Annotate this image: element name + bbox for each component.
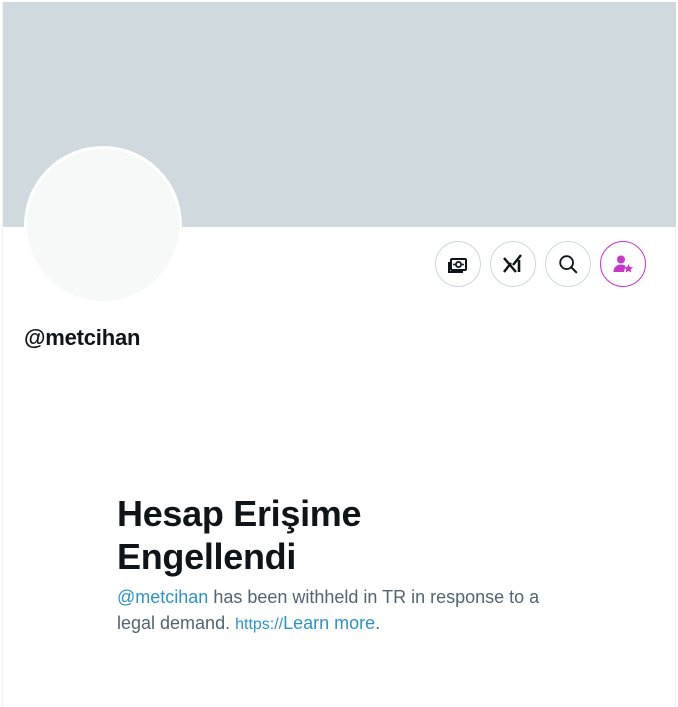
search-icon — [559, 255, 578, 274]
learn-more-link[interactable]: Learn more — [283, 613, 375, 633]
user-star-icon — [613, 255, 633, 273]
money-icon — [448, 258, 467, 273]
withheld-title: Hesap Erişime Engellendi — [117, 493, 362, 577]
withheld-period: . — [375, 613, 381, 633]
url-prefix[interactable]: https:// — [235, 616, 283, 633]
withheld-message: @metcihan has been withheld in TR in res… — [117, 584, 577, 638]
grok-button[interactable] — [490, 241, 536, 287]
avatar[interactable] — [24, 146, 182, 304]
grok-icon — [503, 254, 522, 273]
profile-handle: @metcihan — [24, 325, 141, 350]
mention-link[interactable]: @metcihan — [117, 587, 208, 607]
tip-button[interactable] — [435, 241, 481, 287]
withheld-notice: Hesap Erişime Engellendi @metcihan has b… — [117, 492, 577, 638]
subscribe-button[interactable] — [600, 241, 646, 287]
search-profile-button[interactable] — [545, 241, 591, 287]
